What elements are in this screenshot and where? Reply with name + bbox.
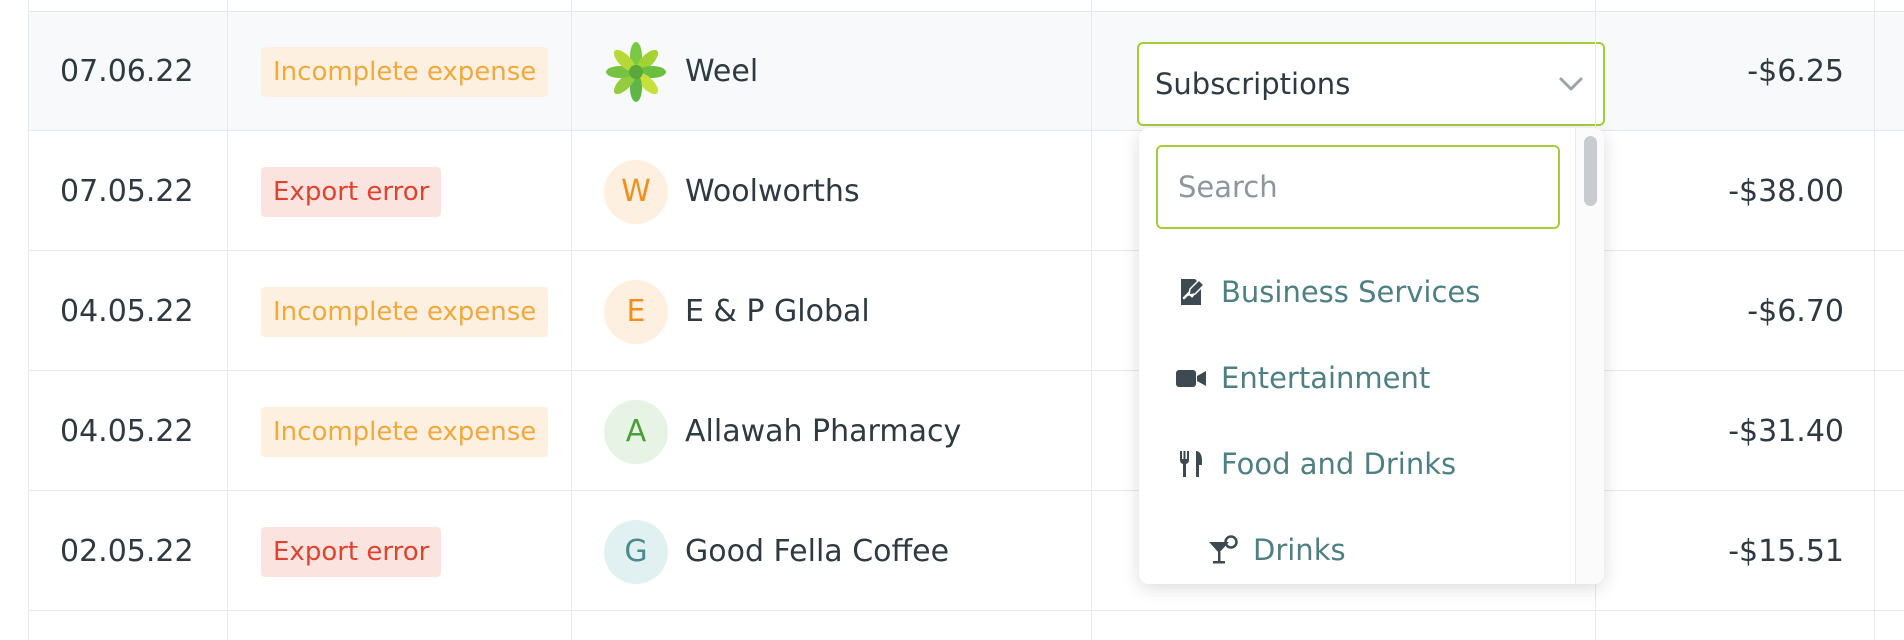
option-label: Business Services <box>1221 275 1481 309</box>
transaction-date: 07.06.22 <box>60 54 194 89</box>
option-label: Entertainment <box>1221 361 1431 395</box>
fork-knife-icon <box>1179 451 1202 477</box>
column-divider <box>571 0 572 640</box>
transactions-table: 07.06.22 Incomplete expense Weel Subscri <box>28 0 1904 640</box>
option-business-services[interactable]: Business Services <box>1175 262 1480 322</box>
merchant-name: Good Fella Coffee <box>685 534 950 569</box>
video-camera-icon <box>1176 370 1206 387</box>
merchant-name: Weel <box>685 54 759 89</box>
table-row[interactable]: 04.05.22 Incomplete expense A Allawah Ph… <box>28 372 1904 491</box>
table-row[interactable]: 07.05.22 Export error W Woolworths -$38.… <box>28 132 1904 251</box>
status-badge: Incomplete expense <box>261 47 549 97</box>
status-badge: Export error <box>261 167 442 217</box>
transaction-amount: -$15.51 <box>1728 534 1844 569</box>
transaction-date: 04.05.22 <box>60 294 194 329</box>
dropdown-scrollbar[interactable] <box>1575 128 1604 584</box>
merchant-logo <box>604 40 668 104</box>
status-badge: Incomplete expense <box>261 407 549 457</box>
merchant-name: Woolworths <box>685 174 860 209</box>
category-select-value: Subscriptions <box>1155 67 1351 101</box>
cocktail-icon <box>1209 535 1238 564</box>
category-dropdown: Business Services Entertainment Food and… <box>1139 128 1604 584</box>
chevron-down-icon[interactable] <box>1557 70 1585 98</box>
option-entertainment[interactable]: Entertainment <box>1175 348 1430 408</box>
transaction-amount: -$38.00 <box>1728 174 1844 209</box>
transaction-amount: -$6.25 <box>1747 54 1844 89</box>
table-border <box>28 0 29 640</box>
category-select[interactable]: Subscriptions <box>1137 42 1605 126</box>
status-badge: Export error <box>261 527 442 577</box>
transaction-date: 07.05.22 <box>60 174 194 209</box>
option-drinks[interactable]: Drinks <box>1207 520 1346 580</box>
merchant-avatar: G <box>604 520 668 584</box>
table-row[interactable]: 04.05.22 Incomplete expense E E & P Glob… <box>28 252 1904 371</box>
column-divider <box>1091 0 1092 640</box>
table-row[interactable]: 02.05.22 Export error G Good Fella Coffe… <box>28 492 1904 611</box>
column-divider <box>1874 0 1875 640</box>
column-divider <box>227 0 228 640</box>
option-label: Drinks <box>1253 533 1346 567</box>
option-food-and-drinks[interactable]: Food and Drinks <box>1175 434 1456 494</box>
transaction-amount: -$6.70 <box>1747 294 1844 329</box>
transaction-date: 02.05.22 <box>60 534 194 569</box>
business-services-icon <box>1181 278 1206 305</box>
previous-row-edge <box>28 0 1904 12</box>
merchant-name: Allawah Pharmacy <box>685 414 962 449</box>
merchant-avatar: W <box>604 160 668 224</box>
status-badge: Incomplete expense <box>261 287 549 337</box>
merchant-name: E & P Global <box>685 294 870 329</box>
weel-logo-icon <box>606 42 666 102</box>
merchant-avatar: A <box>604 400 668 464</box>
transaction-date: 04.05.22 <box>60 414 194 449</box>
table-row[interactable]: 07.06.22 Incomplete expense Weel Subscri <box>28 12 1904 131</box>
category-search-input[interactable] <box>1156 145 1560 229</box>
transaction-amount: -$31.40 <box>1728 414 1844 449</box>
scrollbar-thumb[interactable] <box>1584 136 1597 206</box>
option-label: Food and Drinks <box>1221 447 1457 481</box>
merchant-avatar: E <box>604 280 668 344</box>
